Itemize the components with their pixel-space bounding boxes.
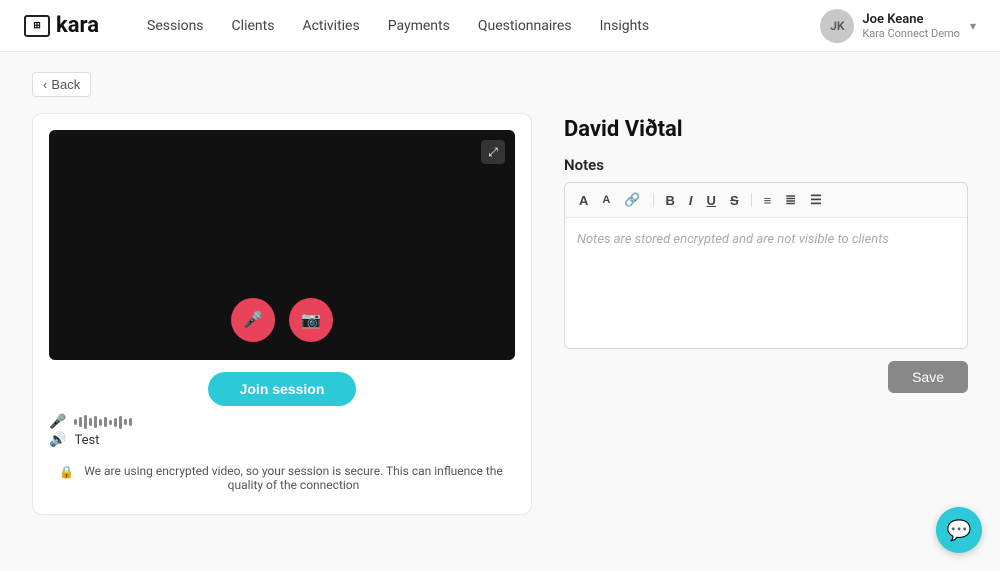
toolbar-underline[interactable]: U [703,191,720,210]
waveform-bar [104,417,107,427]
toolbar-divider-1 [653,193,654,207]
waveform-bar [119,416,122,429]
waveform-bar [74,419,77,425]
security-notice: 🔒 We are using encrypted video, so your … [49,458,515,498]
right-panel: David Viðtal Notes A A 🔗 B I U S ≡ ≣ ☰ [564,113,968,393]
waveform-bar [99,419,102,426]
user-menu[interactable]: JK Joe Keane Kara Connect Demo ▾ [820,9,976,43]
waveform-bar [129,418,132,426]
toolbar-strikethrough[interactable]: S [726,191,743,210]
toolbar-font-size[interactable]: A [598,192,614,208]
toolbar-align-left[interactable]: ≡ [760,191,776,210]
speaker-icon: 🔊 [49,432,66,448]
nav-sessions[interactable]: Sessions [147,18,204,34]
toolbar-unordered-list[interactable]: ☰ [806,190,826,210]
expand-button[interactable]: ⤢ [481,140,505,164]
waveform-bar [84,415,87,429]
chat-icon: 💬 [947,518,972,542]
waveform-bar [124,419,127,425]
nav-links: Sessions Clients Activities Payments Que… [147,18,788,34]
logo-icon: ⊞ [24,15,50,37]
toolbar-font-color[interactable]: A [575,191,592,210]
waveform [74,414,132,430]
logo[interactable]: ⊞ kara [24,13,99,38]
waveform-bar [89,418,92,426]
join-row: Join session [49,372,515,406]
editor-toolbar: A A 🔗 B I U S ≡ ≣ ☰ [565,183,967,218]
notes-label: Notes [564,156,968,174]
toolbar-ordered-list[interactable]: ≣ [781,190,800,210]
camera-off-icon: 📷 [301,310,321,330]
logo-text: kara [56,13,99,38]
user-info: Joe Keane Kara Connect Demo [862,12,960,40]
user-subtitle: Kara Connect Demo [862,27,960,40]
lock-icon: 🔒 [59,465,74,479]
main-content: ‹ Back ⤢ 🎤 📷 Join session [0,52,1000,535]
user-name: Joe Keane [862,12,960,27]
security-text: We are using encrypted video, so your se… [82,464,505,492]
save-button[interactable]: Save [888,361,968,393]
microphone-muted-icon: 🎤 [243,310,263,330]
chevron-down-icon: ▾ [970,19,976,33]
join-session-button[interactable]: Join session [208,372,357,406]
speaker-row: 🔊 Test [49,432,515,448]
notes-editor: A A 🔗 B I U S ≡ ≣ ☰ Notes are stored enc… [564,182,968,349]
notes-placeholder: Notes are stored encrypted and are not v… [577,232,889,247]
save-row: Save [564,361,968,393]
video-controls: 🎤 📷 [231,298,333,342]
waveform-bar [79,417,82,427]
notes-content[interactable]: Notes are stored encrypted and are not v… [565,218,967,348]
back-arrow-icon: ‹ [43,77,47,92]
nav-payments[interactable]: Payments [388,18,450,34]
speaker-label: Test [74,433,99,448]
chat-bubble-button[interactable]: 💬 [936,507,982,553]
content-row: ⤢ 🎤 📷 Join session 🎤 🔊 [32,113,968,515]
video-area: ⤢ 🎤 📷 [49,130,515,360]
navbar: ⊞ kara Sessions Clients Activities Payme… [0,0,1000,52]
nav-activities[interactable]: Activities [302,18,359,34]
mute-button[interactable]: 🎤 [231,298,275,342]
avatar: JK [820,9,854,43]
toolbar-link[interactable]: 🔗 [620,190,644,210]
nav-clients[interactable]: Clients [232,18,275,34]
waveform-bar [114,418,117,427]
expand-icon: ⤢ [488,145,498,160]
waveform-bar [109,420,112,425]
toolbar-bold[interactable]: B [662,191,679,210]
nav-insights[interactable]: Insights [600,18,650,34]
microphone-icon: 🎤 [49,414,66,430]
back-button[interactable]: ‹ Back [32,72,91,97]
toolbar-divider-2 [751,193,752,207]
toolbar-italic[interactable]: I [685,191,697,210]
back-label: Back [51,77,80,92]
nav-questionnaires[interactable]: Questionnaires [478,18,572,34]
waveform-bar [94,416,97,428]
mic-row: 🎤 [49,414,515,430]
client-name: David Viðtal [564,117,968,142]
left-panel: ⤢ 🎤 📷 Join session 🎤 🔊 [32,113,532,515]
camera-button[interactable]: 📷 [289,298,333,342]
